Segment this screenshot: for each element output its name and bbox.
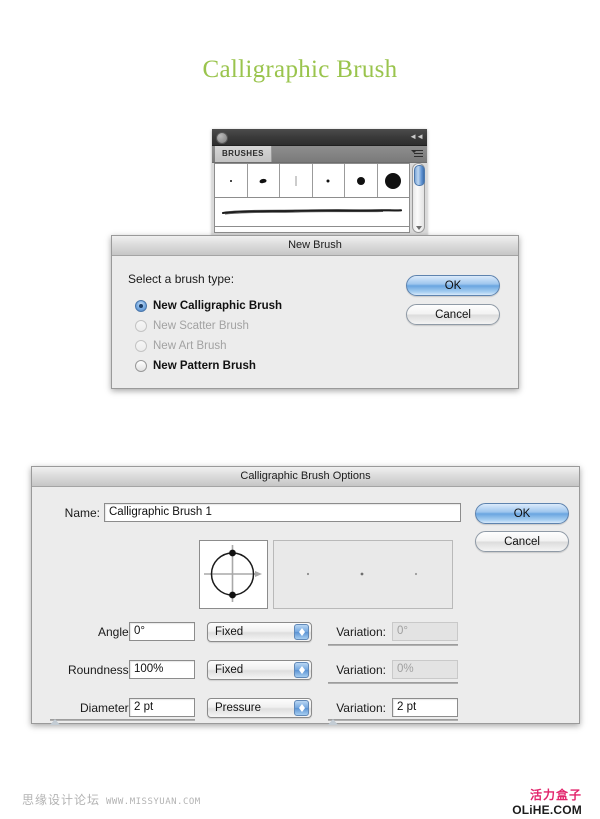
- radio-label-calligraphic: New Calligraphic Brush: [153, 300, 283, 312]
- diameter-label: Diameter:: [79, 701, 132, 715]
- radio-label-scatter: New Scatter Brush: [153, 320, 249, 332]
- brushes-scrollbar[interactable]: [412, 163, 425, 233]
- brush-swatch-6[interactable]: [377, 164, 409, 197]
- new-brush-cancel-button[interactable]: Cancel: [406, 304, 500, 325]
- brushes-panel-titlebar: ◄◄: [212, 129, 427, 146]
- roundness-label: Roundness:: [67, 663, 132, 677]
- brush-swatch-4[interactable]: [312, 164, 345, 197]
- page-title: Calligraphic Brush: [202, 56, 398, 83]
- brush-options-ok-button[interactable]: OK: [475, 503, 569, 524]
- roundness-stepper-icon[interactable]: [294, 662, 309, 678]
- select-brush-type-label: Select a brush type:: [128, 272, 235, 286]
- diameter-mode-select[interactable]: Pressure: [207, 698, 312, 718]
- watermark-left: 思缘设计论坛 WWW.MISSYUAN.COM: [22, 791, 201, 808]
- diameter-variation-slider-thumb[interactable]: [328, 719, 338, 725]
- brush-swatch-5[interactable]: [345, 164, 378, 197]
- roundness-variation-input: 0%: [392, 660, 458, 679]
- brushes-list: [214, 163, 410, 233]
- radio-icon-calligraphic: [135, 300, 147, 312]
- diameter-input[interactable]: 2 pt: [129, 698, 195, 717]
- roundness-variation-label: Variation:: [336, 663, 386, 677]
- name-label: Name:: [64, 506, 100, 520]
- brush-swatch-3[interactable]: [280, 164, 313, 197]
- angle-mode-select[interactable]: Fixed: [207, 622, 312, 642]
- radio-new-calligraphic-brush[interactable]: New Calligraphic Brush: [135, 300, 282, 312]
- calligraphic-brush-options-dialog: Calligraphic Brush Options Name: Calligr…: [31, 466, 580, 725]
- watermark-right-cn: 活力盒子: [529, 788, 582, 802]
- radio-new-scatter-brush: New Scatter Brush: [135, 320, 249, 332]
- angle-label: Angle:: [97, 625, 132, 639]
- radio-label-art: New Art Brush: [153, 340, 227, 352]
- calligraphic-stroke-preview[interactable]: [215, 198, 409, 227]
- angle-variation-input: 0°: [392, 622, 458, 641]
- brush-swatch-2[interactable]: [247, 164, 280, 197]
- scroll-down-arrow-icon[interactable]: [416, 226, 422, 230]
- angle-mode-value: Fixed: [215, 626, 244, 638]
- roundness-mode-select[interactable]: Fixed: [207, 660, 312, 680]
- roundness-mode-value: Fixed: [215, 664, 244, 676]
- angle-stepper-icon[interactable]: [294, 624, 309, 640]
- collapse-icon[interactable]: ◄◄: [409, 133, 424, 141]
- angle-input[interactable]: 0°: [129, 622, 195, 641]
- watermark-left-cn: 思缘设计论坛: [22, 793, 101, 807]
- watermark-right-url: OLiHE.COM: [512, 803, 582, 817]
- watermark-right: 活力盒子 OLiHE.COM: [512, 786, 582, 817]
- radio-new-art-brush: New Art Brush: [135, 340, 227, 352]
- diameter-variation-label: Variation:: [336, 701, 386, 715]
- diameter-slider-thumb[interactable]: [50, 719, 60, 725]
- tab-brushes[interactable]: BRUSHES: [215, 146, 272, 162]
- brushes-panel: ◄◄ BRUSHES: [212, 129, 427, 237]
- new-brush-ok-button[interactable]: OK: [406, 275, 500, 296]
- brushes-list-empty-row: [215, 227, 409, 234]
- radio-new-pattern-brush[interactable]: New Pattern Brush: [135, 360, 256, 372]
- new-brush-dialog: New Brush Select a brush type: New Calli…: [111, 235, 519, 389]
- roundness-input[interactable]: 100%: [129, 660, 195, 679]
- diameter-mode-value: Pressure: [215, 702, 262, 714]
- brush-swatch-1[interactable]: [215, 164, 248, 197]
- scrollbar-thumb[interactable]: [414, 165, 425, 186]
- diameter-stepper-icon[interactable]: [294, 700, 309, 716]
- new-brush-dialog-title: New Brush: [112, 236, 518, 256]
- brush-options-cancel-button[interactable]: Cancel: [475, 531, 569, 552]
- brush-shape-editor[interactable]: [199, 540, 268, 609]
- brushes-tabstrip: BRUSHES: [212, 146, 427, 163]
- radio-icon-scatter: [135, 320, 147, 332]
- diameter-variation-slider-track[interactable]: [328, 719, 458, 721]
- watermark-left-url: WWW.MISSYUAN.COM: [106, 797, 201, 807]
- diameter-variation-input[interactable]: 2 pt: [392, 698, 458, 717]
- angle-variation-slider-track: [328, 644, 458, 646]
- radio-label-pattern: New Pattern Brush: [153, 360, 256, 372]
- brush-name-input[interactable]: Calligraphic Brush 1: [104, 503, 461, 522]
- radio-icon-art: [135, 340, 147, 352]
- panel-menu-icon[interactable]: [411, 149, 423, 159]
- roundness-variation-slider-track: [328, 682, 458, 684]
- radio-icon-pattern: [135, 360, 147, 372]
- brush-preview-box: [273, 540, 453, 609]
- brush-options-dialog-title: Calligraphic Brush Options: [32, 467, 579, 487]
- angle-variation-label: Variation:: [336, 625, 386, 639]
- close-circle-icon[interactable]: [216, 132, 228, 144]
- brush-swatch-row: [215, 164, 409, 198]
- diameter-slider-track[interactable]: [50, 719, 195, 721]
